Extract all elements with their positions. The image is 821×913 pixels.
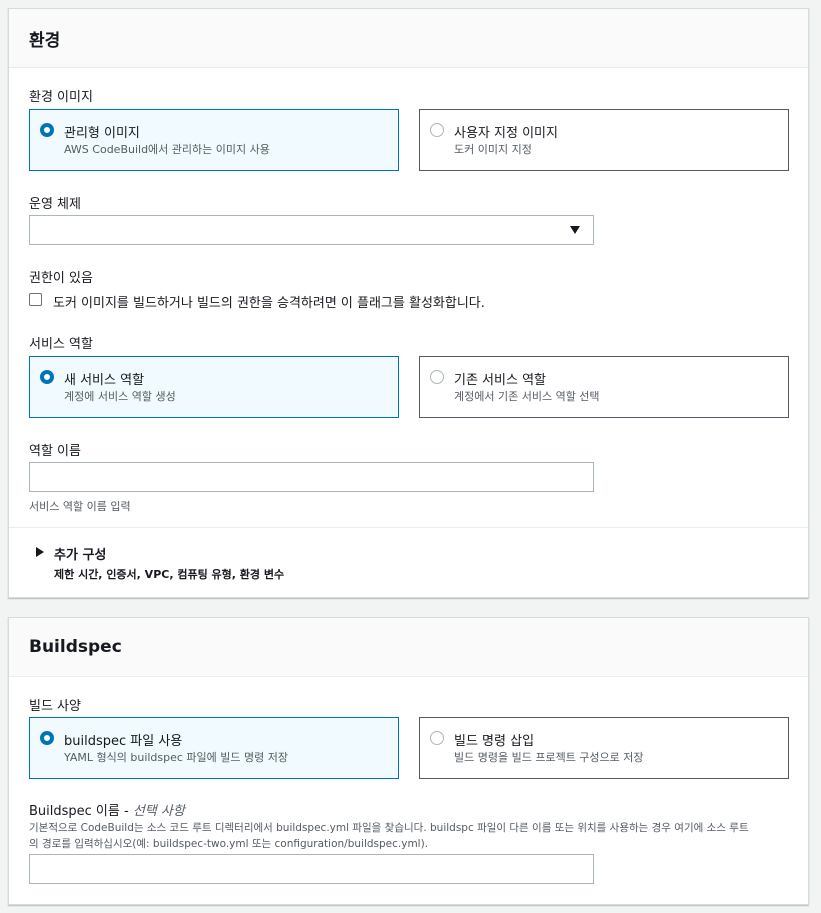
- privileged-checkbox-label: 도커 이미지를 빌드하거나 빌드의 권한을 승격하려면 이 플래그를 활성화합니…: [53, 296, 485, 311]
- buildspec-name-desc-line2: 의 경로를 입력하십시오(예: buildspec-two.yml 또는 con…: [29, 838, 429, 850]
- insert-build-commands-option[interactable]: 빌드 명령 삽입 빌드 명령을 빌드 프로젝트 구성으로 저장: [419, 717, 789, 779]
- additional-divider: [9, 527, 808, 528]
- buildspec-name-label-text: Buildspec 이름: [29, 804, 120, 819]
- buildspec-panel: Buildspec 빌드 사양 buildspec 파일 사용 YAML 형식의…: [8, 617, 809, 905]
- caret-down-icon: [570, 226, 580, 234]
- existing-service-role-title: 기존 서비스 역할: [454, 373, 546, 388]
- insert-build-commands-radio[interactable]: [430, 731, 444, 745]
- buildspec-name-label: Buildspec 이름 - 선택 사항: [29, 800, 185, 819]
- role-name-hint: 서비스 역할 이름 입력: [29, 500, 131, 513]
- managed-image-option[interactable]: 관리형 이미지 AWS CodeBuild에서 관리하는 이미지 사용: [29, 109, 399, 171]
- service-role-label: 서비스 역할: [29, 337, 93, 352]
- custom-image-title: 사용자 지정 이미지: [454, 126, 558, 141]
- additional-config-desc: 제한 시간, 인증서, VPC, 컴퓨팅 유형, 환경 변수: [54, 568, 285, 581]
- buildspec-name-input[interactable]: [29, 854, 594, 884]
- build-spec-label: 빌드 사양: [29, 699, 81, 714]
- buildspec-header: Buildspec: [9, 618, 808, 677]
- os-label: 운영 체제: [29, 197, 81, 212]
- use-buildspec-file-title: buildspec 파일 사용: [64, 734, 183, 749]
- privileged-label: 권한이 있음: [29, 271, 93, 286]
- role-name-label: 역할 이름: [29, 444, 81, 459]
- environment-panel: 환경 환경 이미지 관리형 이미지 AWS CodeBuild에서 관리하는 이…: [8, 8, 809, 598]
- use-buildspec-file-radio[interactable]: [40, 731, 54, 745]
- os-select[interactable]: [29, 215, 594, 245]
- role-name-input[interactable]: [29, 462, 594, 492]
- existing-service-role-option[interactable]: 기존 서비스 역할 계정에서 기존 서비스 역할 선택: [419, 356, 789, 418]
- managed-image-title: 관리형 이미지: [64, 126, 140, 141]
- optional-tag: 선택 사항: [132, 804, 185, 819]
- managed-image-radio[interactable]: [40, 123, 54, 137]
- additional-config-expander[interactable]: 추가 구성 제한 시간, 인증서, VPC, 컴퓨팅 유형, 환경 변수: [9, 539, 409, 587]
- custom-image-option[interactable]: 사용자 지정 이미지 도커 이미지 지정: [419, 109, 789, 171]
- caret-right-icon: [36, 547, 44, 557]
- existing-service-role-radio[interactable]: [430, 370, 444, 384]
- label-separator: -: [124, 804, 133, 819]
- managed-image-desc: AWS CodeBuild에서 관리하는 이미지 사용: [64, 143, 270, 156]
- use-buildspec-file-option[interactable]: buildspec 파일 사용 YAML 형식의 buildspec 파일에 빌…: [29, 717, 399, 779]
- environment-image-label: 환경 이미지: [29, 90, 93, 105]
- use-buildspec-file-desc: YAML 형식의 buildspec 파일에 빌드 명령 저장: [64, 751, 289, 764]
- insert-build-commands-title: 빌드 명령 삽입: [454, 734, 535, 749]
- new-service-role-option[interactable]: 새 서비스 역할 계정에 서비스 역할 생성: [29, 356, 399, 418]
- custom-image-desc: 도커 이미지 지정: [454, 143, 532, 156]
- existing-service-role-desc: 계정에서 기존 서비스 역할 선택: [454, 390, 600, 403]
- additional-config-title: 추가 구성: [54, 548, 107, 563]
- privileged-checkbox[interactable]: [29, 293, 42, 306]
- new-service-role-desc: 계정에 서비스 역할 생성: [64, 390, 176, 403]
- buildspec-name-desc-line1: 기본적으로 CodeBuild는 소스 코드 루트 디렉터리에서 buildsp…: [29, 822, 749, 834]
- new-service-role-radio[interactable]: [40, 370, 54, 384]
- buildspec-title: Buildspec: [29, 637, 122, 657]
- insert-build-commands-desc: 빌드 명령을 빌드 프로젝트 구성으로 저장: [454, 751, 644, 764]
- environment-header: 환경: [9, 9, 808, 68]
- new-service-role-title: 새 서비스 역할: [64, 373, 145, 388]
- custom-image-radio[interactable]: [430, 123, 444, 137]
- environment-title: 환경: [29, 30, 61, 51]
